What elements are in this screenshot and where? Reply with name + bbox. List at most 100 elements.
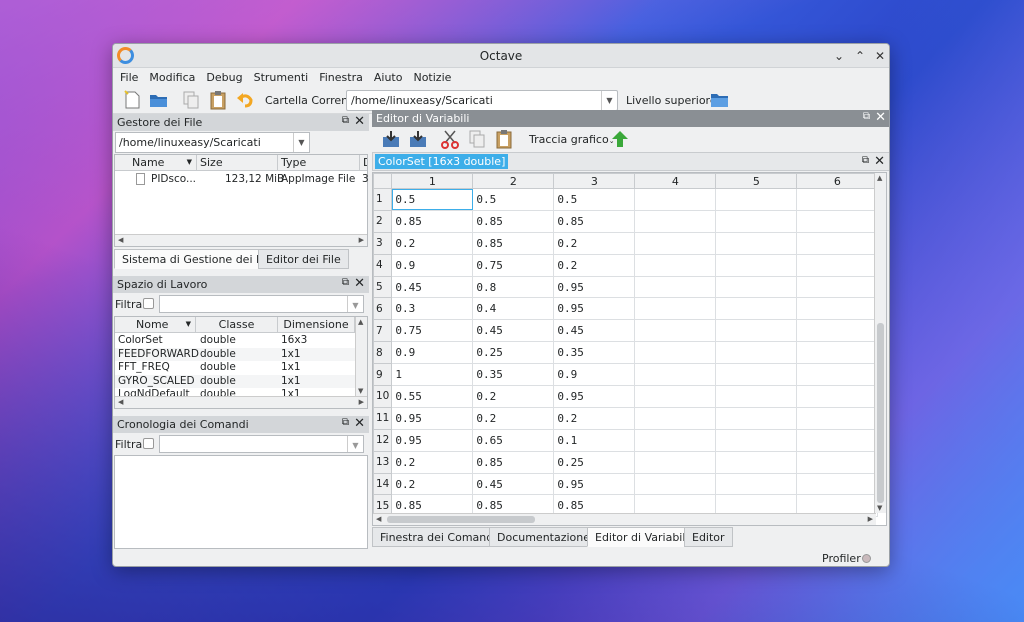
save-variable-icon[interactable] — [381, 129, 401, 149]
grid-cell[interactable] — [715, 385, 798, 408]
grid-cell[interactable] — [715, 209, 798, 233]
grid-cell[interactable] — [796, 363, 879, 387]
scroll-thumb[interactable] — [387, 516, 535, 523]
grid-cell[interactable]: 0.95 — [391, 428, 474, 452]
save-as-icon[interactable] — [408, 129, 428, 149]
row-header[interactable]: 9 — [373, 363, 393, 387]
col-header[interactable]: 4 — [634, 173, 717, 189]
grid-cell[interactable]: 0.45 — [472, 319, 555, 343]
grid-cell[interactable]: 0.2 — [391, 450, 474, 474]
col-name[interactable]: Name ▼ — [115, 155, 197, 170]
col-type[interactable]: Type — [278, 155, 360, 170]
col-header[interactable]: 3 — [553, 173, 636, 189]
grid-cell[interactable]: 0.2 — [391, 231, 474, 255]
menu-notizie[interactable]: Notizie — [413, 71, 451, 84]
grid-cell[interactable] — [715, 406, 798, 430]
grid-cell[interactable]: 0.9 — [391, 253, 474, 277]
undock-icon[interactable]: ⧉ — [342, 417, 349, 428]
grid-cell[interactable] — [796, 341, 879, 365]
scroll-up-icon[interactable]: ▲ — [358, 318, 363, 326]
grid-cell[interactable] — [634, 363, 717, 387]
grid-cell[interactable]: 0.2 — [553, 406, 636, 430]
scroll-up-icon[interactable]: ▲ — [877, 174, 882, 182]
tab-documentation[interactable]: Documentazione — [489, 527, 599, 547]
grid-cell[interactable]: 0.85 — [472, 231, 555, 255]
grid-cell[interactable]: 0.2 — [472, 385, 555, 408]
row-header[interactable]: 6 — [373, 297, 393, 321]
grid-cell[interactable]: 0.65 — [472, 428, 555, 452]
grid-cell[interactable] — [796, 209, 879, 233]
grid-cell[interactable]: 0.75 — [472, 253, 555, 277]
grid-cell[interactable]: 0.2 — [553, 231, 636, 255]
grid-cell[interactable] — [634, 341, 717, 365]
grid-cell[interactable] — [634, 450, 717, 474]
close-panel-icon[interactable]: ✕ — [354, 416, 365, 431]
file-list-hscroll[interactable]: ◀ ▶ — [115, 234, 367, 246]
grid-cell[interactable] — [634, 472, 717, 496]
col-classe[interactable]: Classe — [196, 317, 278, 332]
new-file-icon[interactable] — [122, 90, 142, 110]
grid-cell[interactable]: 0.25 — [553, 450, 636, 474]
grid-cell[interactable] — [715, 231, 798, 255]
col-nome[interactable]: Nome ▼ — [115, 317, 196, 332]
scroll-left-icon[interactable]: ◀ — [376, 515, 381, 523]
grid-cell[interactable] — [634, 188, 717, 211]
grid-cell[interactable] — [796, 428, 879, 452]
col-header[interactable]: 2 — [472, 173, 555, 189]
close-panel-icon[interactable]: ✕ — [354, 114, 365, 129]
row-header[interactable]: 1 — [373, 188, 393, 211]
grid-vscroll[interactable]: ▲ ▼ — [874, 173, 886, 513]
grid-cell[interactable]: 0.5 — [472, 188, 555, 211]
workspace-filter-input[interactable]: ▼ — [159, 295, 364, 313]
grid-cell[interactable]: 0.5 — [391, 188, 474, 211]
current-folder-combo[interactable]: /home/linuxeasy/Scaricati ▼ — [346, 90, 618, 111]
table-row[interactable]: FEEDFORWARD double 1x1 — [115, 347, 355, 361]
workspace-vscroll[interactable]: ▲ ▼ — [355, 317, 367, 396]
parent-folder-icon[interactable] — [710, 90, 730, 110]
grid-cell[interactable] — [634, 231, 717, 255]
grid-cell[interactable] — [634, 253, 717, 277]
tab-editor[interactable]: Editor — [684, 527, 733, 547]
menu-strumenti[interactable]: Strumenti — [254, 71, 309, 84]
col-header[interactable]: 6 — [796, 173, 879, 189]
copy-icon[interactable] — [467, 129, 487, 149]
grid-cell[interactable]: 0.4 — [472, 297, 555, 321]
history-list[interactable] — [114, 455, 368, 549]
grid-cell[interactable]: 0.45 — [553, 319, 636, 343]
grid-cell[interactable]: 0.85 — [553, 209, 636, 233]
row-header[interactable]: 11 — [373, 406, 393, 430]
row-header[interactable]: 7 — [373, 319, 393, 343]
undock-icon[interactable]: ⧉ — [862, 155, 869, 166]
grid-cell[interactable]: 0.55 — [391, 385, 474, 408]
undock-icon[interactable]: ⧉ — [863, 111, 870, 122]
grid-cell[interactable] — [634, 319, 717, 343]
scroll-down-icon[interactable]: ▼ — [877, 504, 882, 512]
col-size[interactable]: Size — [197, 155, 278, 170]
scroll-left-icon[interactable]: ◀ — [118, 398, 123, 406]
grid-cell[interactable] — [796, 472, 879, 496]
grid-cell[interactable] — [796, 319, 879, 343]
grid-cell[interactable]: 0.5 — [553, 188, 636, 211]
menu-aiuto[interactable]: Aiuto — [374, 71, 403, 84]
grid-cell[interactable]: 0.45 — [472, 472, 555, 496]
undock-icon[interactable]: ⧉ — [342, 115, 349, 126]
tab-colorset[interactable]: ColorSet [16x3 double] — [375, 154, 509, 169]
grid-cell[interactable] — [715, 319, 798, 343]
scroll-right-icon[interactable]: ▶ — [359, 236, 364, 244]
grid-cell[interactable]: 0.85 — [391, 209, 474, 233]
close-window-icon[interactable]: ✕ — [872, 48, 888, 64]
grid-cell[interactable] — [715, 450, 798, 474]
grid-cell[interactable] — [634, 209, 717, 233]
grid-cell[interactable]: 0.9 — [553, 363, 636, 387]
row-header[interactable]: 13 — [373, 450, 393, 474]
grid-cell[interactable]: 0.9 — [391, 341, 474, 365]
open-folder-icon[interactable] — [149, 90, 169, 110]
menu-file[interactable]: File — [120, 71, 138, 84]
scroll-right-icon[interactable]: ▶ — [359, 398, 364, 406]
grid-cell[interactable]: 0.75 — [391, 319, 474, 343]
tab-variable-editor[interactable]: Editor di Variabili — [587, 527, 697, 547]
workspace-filter-checkbox[interactable] — [143, 298, 154, 309]
grid-cell[interactable] — [634, 297, 717, 321]
col-header[interactable]: 5 — [715, 173, 798, 189]
col-dimensione[interactable]: Dimensione — [278, 317, 355, 332]
